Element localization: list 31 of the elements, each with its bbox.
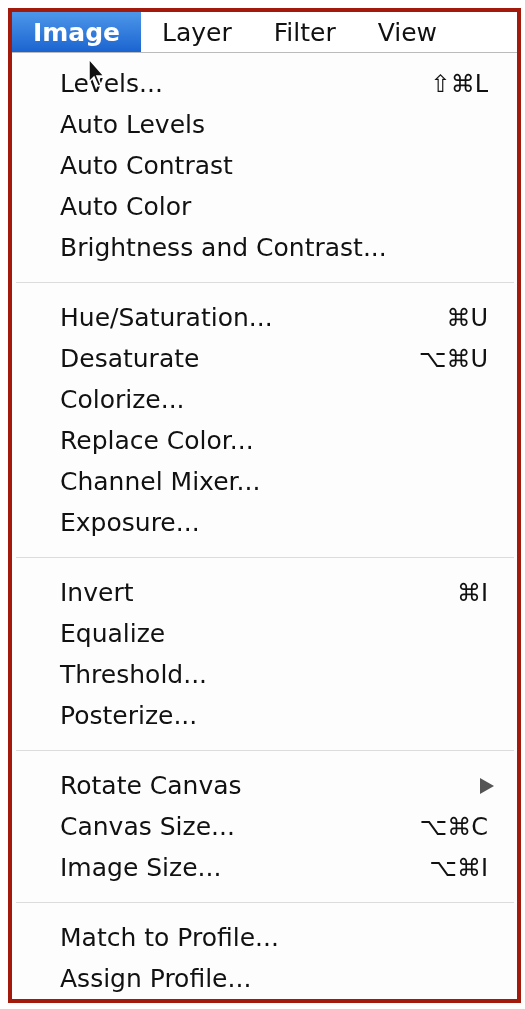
menu-item[interactable]: Hue/Saturation...	[60, 303, 273, 332]
menu-item[interactable]: Invert	[60, 578, 134, 607]
shortcut-text: ⇧⌘L	[430, 69, 488, 98]
shortcut-text: ⌥⌘I	[429, 853, 488, 882]
menu-item[interactable]: Auto Levels	[60, 110, 205, 139]
menu-item[interactable]: Brightness and Contrast...	[60, 233, 387, 262]
menu-item[interactable]: Equalize	[60, 619, 166, 648]
menu-item[interactable]: Exposure...	[60, 508, 200, 537]
submenu-arrow-icon	[480, 777, 494, 794]
shortcut-text: ⌘U	[446, 303, 488, 332]
menu-item[interactable]: Auto Contrast	[60, 151, 233, 180]
menubar-item[interactable]: Image	[12, 12, 142, 52]
menu-item[interactable]: Posterize...	[60, 701, 198, 730]
menu-item[interactable]: Desaturate	[60, 344, 200, 373]
shortcut-text: ⌥⌘C	[419, 812, 488, 841]
shortcut-text: ⌥⌘U	[418, 344, 488, 373]
menu-item[interactable]: Match to Profile...	[60, 923, 279, 952]
menubar-item[interactable]: View	[356, 12, 459, 52]
menu-item[interactable]: Rotate Canvas	[60, 771, 242, 800]
menu-item[interactable]: Threshold...	[60, 660, 208, 689]
menu-item[interactable]: Auto Color	[60, 192, 192, 221]
menu-item[interactable]: Colorize...	[60, 385, 185, 414]
shortcut-text: ⌘I	[456, 578, 488, 607]
menu-item[interactable]: Channel Mixer...	[60, 467, 261, 496]
menubar-item[interactable]: Filter	[252, 12, 357, 52]
menu-item[interactable]: Canvas Size...	[60, 812, 235, 841]
menu-item[interactable]: Replace Color...	[60, 426, 254, 455]
menubar-item[interactable]: Layer	[141, 12, 253, 52]
menu-item[interactable]: Assign Profile...	[60, 964, 252, 993]
menu-item[interactable]: Image Size...	[60, 853, 222, 882]
menu-item[interactable]: Levels...	[60, 69, 163, 98]
